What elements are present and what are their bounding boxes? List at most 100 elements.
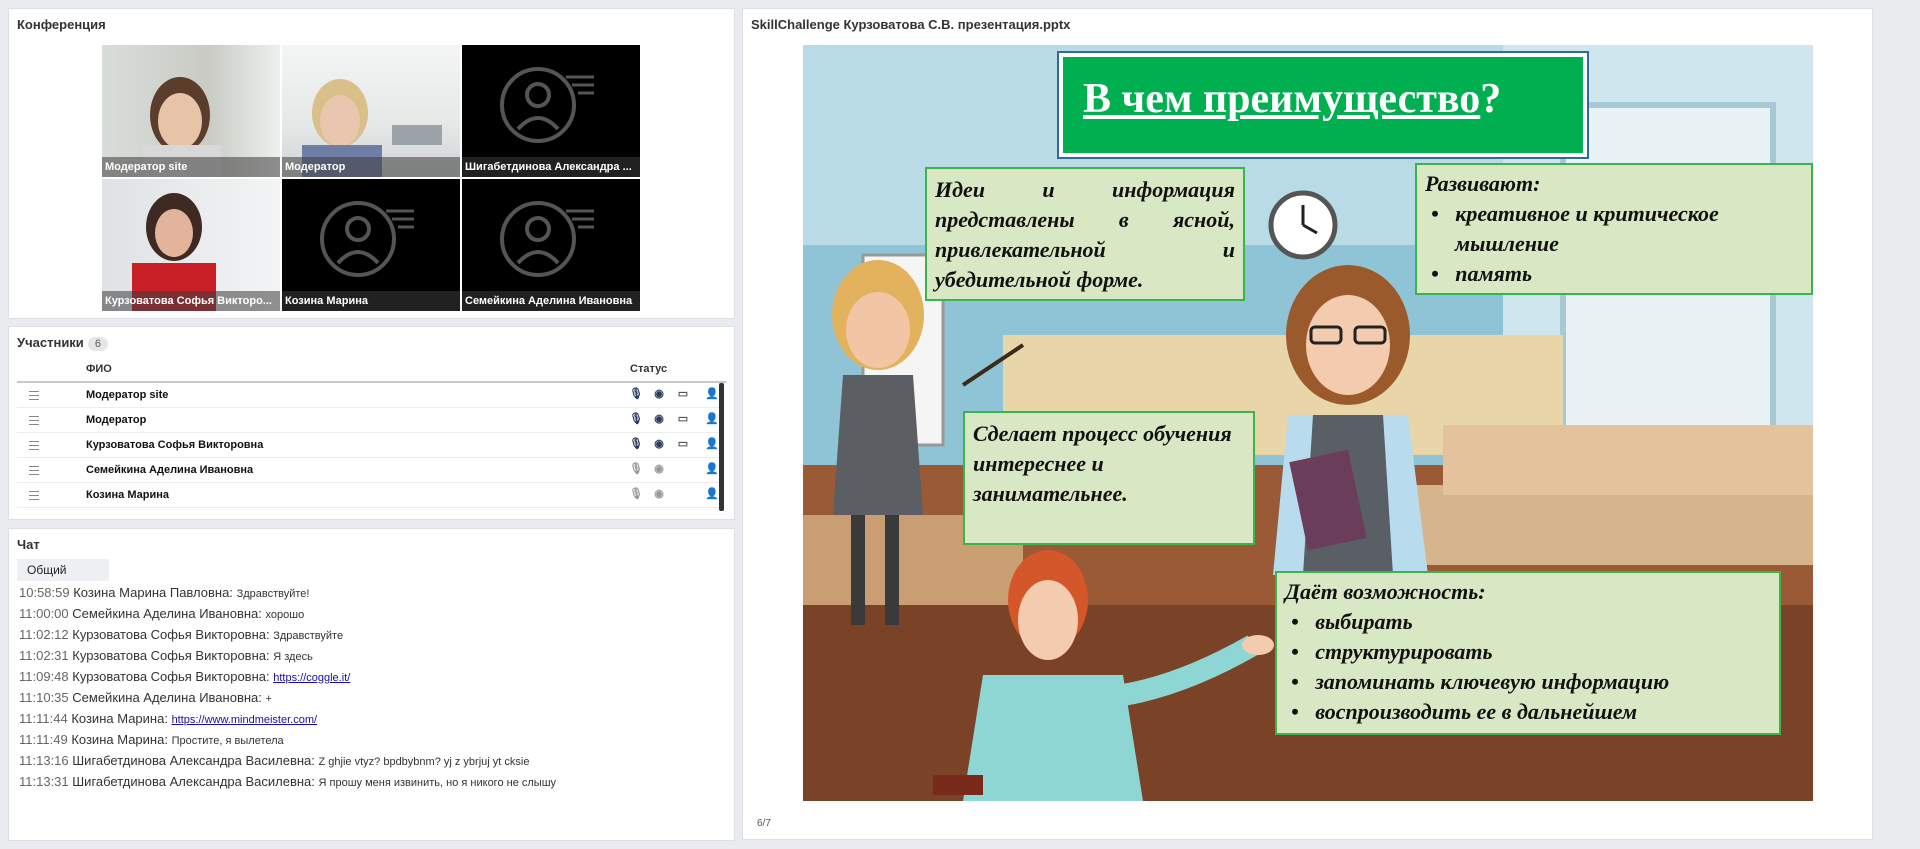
message-time: 11:00:00 bbox=[19, 606, 69, 621]
slide-heading-question: ? bbox=[1480, 76, 1502, 122]
tile-name: Модератор bbox=[282, 157, 460, 177]
message-author: Козина Марина: bbox=[71, 732, 168, 747]
microphone-icon[interactable]: 🎙 bbox=[629, 388, 643, 400]
message-text: Здравствуйте bbox=[273, 630, 344, 642]
message-time: 11:09:48 bbox=[19, 669, 69, 684]
webcam-icon[interactable]: ◉ bbox=[653, 413, 665, 425]
user-role-icon[interactable]: 👤 bbox=[705, 463, 719, 475]
page-indicator: 6/7 bbox=[757, 818, 771, 829]
conference-panel: Конференция Модератор site Модератор Шиг… bbox=[8, 8, 735, 319]
participant-row[interactable]: Модератор 🎙 ◉ ▭ 👤 bbox=[17, 408, 719, 433]
presentation-panel: SkillChallenge Курзоватова С.В. презента… bbox=[742, 8, 1873, 840]
message-time: 11:13:31 bbox=[19, 774, 69, 789]
presentation-title: SkillChallenge Курзоватова С.В. презента… bbox=[751, 17, 1071, 32]
slide-bullet-text: память bbox=[1455, 261, 1533, 286]
participant-name: Модератор bbox=[86, 414, 147, 426]
microphone-icon[interactable]: 🎙 bbox=[629, 488, 643, 500]
message-time: 11:11:44 bbox=[19, 711, 68, 726]
participant-row[interactable]: Модератор site 🎙 ◉ ▭ 👤 bbox=[17, 383, 719, 408]
participant-name: Семейкина Аделина Ивановна bbox=[86, 464, 254, 476]
tile-name: Козина Марина bbox=[282, 291, 460, 311]
message-author: Семейкина Аделина Ивановна: bbox=[72, 690, 262, 705]
tile-name: Шигабетдинова Александра ... bbox=[462, 157, 640, 177]
chat-messages: 10:58:59 Козина Марина Павловна: Здравст… bbox=[19, 585, 729, 795]
message-author: Козина Марина Павловна: bbox=[73, 585, 233, 600]
chat-message: 11:11:44 Козина Марина: https://www.mind… bbox=[19, 711, 729, 732]
message-time: 11:10:35 bbox=[19, 690, 69, 705]
participant-name: Козина Марина bbox=[86, 489, 169, 501]
microphone-icon[interactable]: 🎙 bbox=[629, 413, 643, 425]
video-tile[interactable]: Модератор bbox=[282, 45, 460, 177]
tile-name: Курзоватова Софья Викторо... bbox=[102, 291, 280, 311]
slide-heading-box: В чем преимущество? bbox=[1057, 51, 1589, 159]
drag-handle-icon[interactable] bbox=[29, 441, 39, 450]
slide-box-possibility: Даёт возможность: • выбирать • структурир… bbox=[1275, 571, 1781, 735]
drag-handle-icon[interactable] bbox=[29, 491, 39, 500]
message-text: + bbox=[265, 693, 272, 705]
video-tile[interactable]: Семейкина Аделина Ивановна bbox=[462, 179, 640, 311]
video-grid: Модератор site Модератор Шигабетдинова А… bbox=[102, 45, 642, 313]
microphone-icon[interactable]: 🎙 bbox=[629, 438, 643, 450]
chat-message: 11:02:31 Курзоватова Софья Викторовна: Я… bbox=[19, 648, 729, 669]
chat-message: 11:13:16 Шигабетдинова Александра Василе… bbox=[19, 753, 729, 774]
user-role-icon[interactable]: 👤 bbox=[705, 388, 719, 400]
drag-handle-icon[interactable] bbox=[29, 466, 39, 475]
webcam-icon[interactable]: ◉ bbox=[653, 388, 665, 400]
slide-box-possibility-title: Даёт возможность: bbox=[1285, 579, 1486, 604]
webcam-icon[interactable]: ◉ bbox=[653, 438, 665, 450]
message-text: Здравствуйте! bbox=[236, 588, 310, 600]
video-tile[interactable]: Шигабетдинова Александра ... bbox=[462, 45, 640, 177]
slide-bullet: • выбирать bbox=[1291, 609, 1413, 634]
user-role-icon[interactable]: 👤 bbox=[705, 413, 719, 425]
slide-box-develops: Развивают: • креативное и критическое мы… bbox=[1415, 163, 1813, 295]
participant-row[interactable]: Курзоватова Софья Викторовна 🎙 ◉ ▭ 👤 bbox=[17, 433, 719, 458]
message-time: 11:11:49 bbox=[19, 732, 68, 747]
microphone-icon[interactable]: 🎙 bbox=[629, 463, 643, 475]
user-role-icon[interactable]: 👤 bbox=[705, 488, 719, 500]
drag-handle-icon[interactable] bbox=[29, 416, 39, 425]
tab-general[interactable]: Общий bbox=[17, 559, 109, 581]
message-author: Шигабетдинова Александра Василевна: bbox=[72, 774, 315, 789]
slide-bullet-text: структурировать bbox=[1315, 639, 1493, 664]
slide-heading: В чем преимущество bbox=[1083, 76, 1481, 122]
slide-bullet-text: выбирать bbox=[1315, 609, 1413, 634]
slide-box-ideas: Идеи и информация представлены в ясной, … bbox=[925, 167, 1245, 301]
column-name: ФИО bbox=[86, 363, 112, 375]
slide: В чем преимущество? Идеи и информация пр… bbox=[803, 45, 1813, 801]
drag-handle-icon[interactable] bbox=[29, 391, 39, 400]
user-role-icon[interactable]: 👤 bbox=[705, 438, 719, 450]
scrollbar-thumb[interactable] bbox=[719, 383, 724, 511]
screen-share-off-icon[interactable]: ▭ bbox=[677, 438, 689, 450]
message-link[interactable]: https://coggle.it/ bbox=[273, 672, 350, 684]
participant-row[interactable]: Козина Марина 🎙 ◉ 👤 bbox=[17, 483, 719, 508]
webcam-icon[interactable]: ◉ bbox=[653, 463, 665, 475]
slide-box-ideas-text: Идеи и информация представлены в ясной, … bbox=[935, 177, 1235, 292]
slide-bullet-text: воспроизводить ее в дальнейшем bbox=[1315, 699, 1638, 724]
video-tile[interactable]: Козина Марина bbox=[282, 179, 460, 311]
chat-message: 11:02:12 Курзоватова Софья Викторовна: З… bbox=[19, 627, 729, 648]
message-time: 11:13:16 bbox=[19, 753, 69, 768]
table-header: ФИО Статус bbox=[17, 359, 726, 383]
video-tile[interactable]: Курзоватова Софья Викторо... bbox=[102, 179, 280, 311]
message-author: Шигабетдинова Александра Василевна: bbox=[72, 753, 315, 768]
participants-count-badge: 6 bbox=[87, 337, 108, 351]
slide-bullet-text: запоминать ключевую информацию bbox=[1315, 669, 1670, 694]
slide-box-process: Сделает процесс обучения интереснее и за… bbox=[963, 411, 1255, 545]
chat-message: 10:58:59 Козина Марина Павловна: Здравст… bbox=[19, 585, 729, 606]
conference-title: Конференция bbox=[17, 17, 106, 32]
tile-name: Модератор site bbox=[102, 157, 280, 177]
participant-name: Курзоватова Софья Викторовна bbox=[86, 439, 264, 451]
participants-title: Участники 6 bbox=[9, 327, 734, 351]
screen-share-off-icon[interactable]: ▭ bbox=[677, 388, 689, 400]
message-author: Козина Марина: bbox=[71, 711, 168, 726]
scrollbar[interactable] bbox=[719, 383, 724, 511]
message-link[interactable]: https://www.mindmeister.com/ bbox=[172, 714, 318, 726]
webcam-icon[interactable]: ◉ bbox=[653, 488, 665, 500]
message-time: 11:02:31 bbox=[19, 648, 69, 663]
message-text: Z ghjie vtyz? bpdbybnm? yj z ybrjuj yt c… bbox=[318, 756, 530, 768]
video-tile[interactable]: Модератор site bbox=[102, 45, 280, 177]
message-text: Я прошу меня извинить, но я никого не сл… bbox=[318, 777, 557, 789]
message-author: Курзоватова Софья Викторовна: bbox=[72, 627, 270, 642]
screen-share-off-icon[interactable]: ▭ bbox=[677, 413, 689, 425]
participant-row[interactable]: Семейкина Аделина Ивановна 🎙 ◉ 👤 bbox=[17, 458, 719, 483]
